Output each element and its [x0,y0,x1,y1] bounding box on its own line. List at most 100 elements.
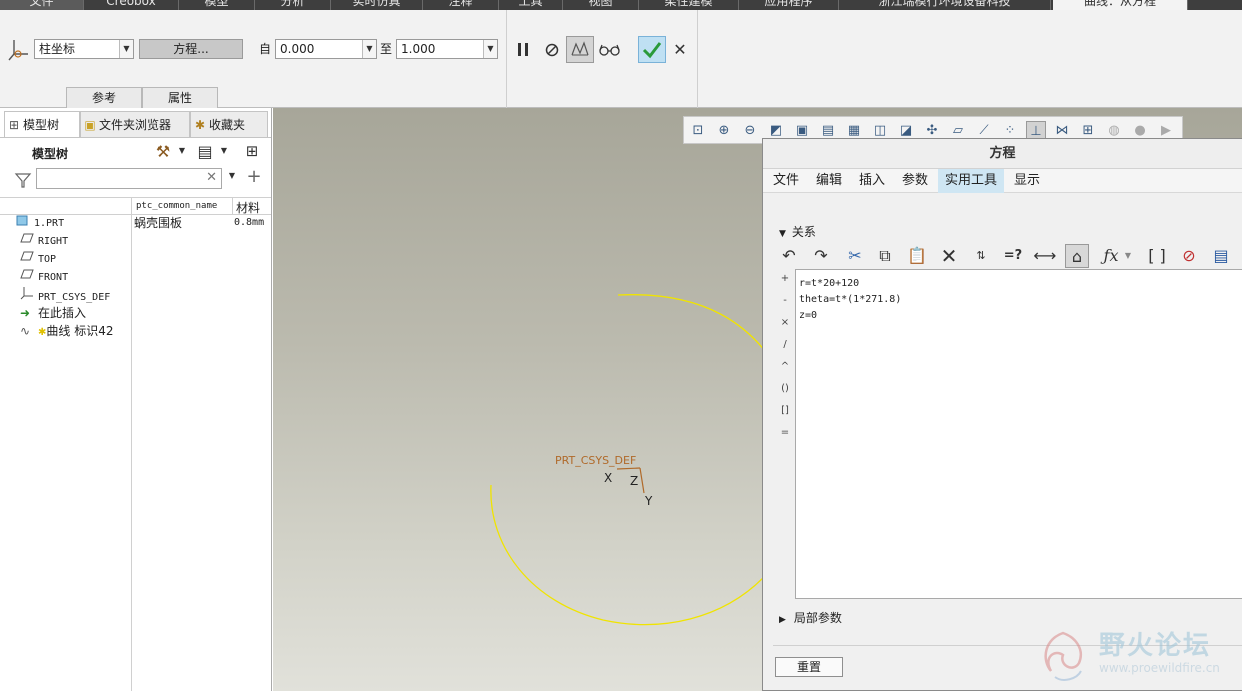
ribbon-tab-bar: 文件 Creobox 模型 分析 实时仿真 注释 工具 视图 柔性建模 应用程序… [0,0,1242,10]
reset-button[interactable]: 重置 [775,657,843,677]
operator-multiply-button[interactable]: × [779,317,791,328]
equation-curve[interactable] [490,294,784,626]
evaluate-icon[interactable]: =? [1001,244,1025,268]
tab-view[interactable]: 视图 [563,0,639,10]
undo-icon[interactable]: ↶ [777,244,801,268]
chevron-down-icon[interactable]: ▼ [1121,244,1135,268]
local-params-section-header[interactable]: ▶ 局部参数 [779,609,842,627]
paste-icon[interactable]: 📋 [905,244,929,268]
execute-icon[interactable]: ▤ [1209,244,1233,268]
glasses-icon[interactable] [598,39,622,61]
pause-icon[interactable] [512,39,534,61]
chevron-down-icon[interactable]: ▼ [176,146,188,160]
relations-editor[interactable]: r=t*20+120 theta=t*(1*271.8) z=0 [795,269,1242,599]
ribbon-divider [697,10,698,108]
tree-settings-icon[interactable]: ⚒ [152,142,174,164]
redo-icon[interactable]: ↷ [809,244,833,268]
ribbon-panel: 柱坐标 ▼ 方程... 自 0.000 ▼ 至 1.000 ▼ ✕ 参考 属性 [0,10,1242,108]
chevron-down-icon[interactable]: ▼ [218,146,230,160]
coord-type-select[interactable]: 柱坐标 ▼ [34,39,134,59]
watermark-url: www.proewildfire.cn [1099,661,1220,675]
operator-equals-button[interactable]: = [779,427,791,438]
tab-divider [0,137,271,138]
show-dimension-icon[interactable]: ⟷ [1033,244,1057,268]
tree-filters-icon[interactable]: ⊞ [240,142,264,164]
confirm-check-icon[interactable] [638,36,666,63]
clear-icon[interactable]: ✕ [206,170,217,185]
tab-live-simulation[interactable]: 实时仿真 [331,0,423,10]
tab-applications[interactable]: 应用程序 [739,0,839,10]
operator-paren-button[interactable]: () [779,383,791,394]
units-sensitivity-icon[interactable]: ⊘ [1177,244,1201,268]
zoom-out-icon[interactable]: ⊖ [740,121,760,141]
operator-power-button[interactable]: ^ [779,361,791,372]
tree-row-curve[interactable]: ∿ ✱曲线 标识42 [20,322,113,340]
subtab-properties[interactable]: 属性 [142,87,218,108]
tree-row-front[interactable]: FRONT [20,268,68,286]
tab-company[interactable]: 浙江瑞模行环境设备科技 [839,0,1051,10]
tab-analysis[interactable]: 分析 [255,0,331,10]
show-columns-icon[interactable]: ▤ [194,142,216,164]
copy-icon[interactable]: ⧉ [873,244,897,268]
sort-relations-icon[interactable]: ⇅ [969,244,993,268]
model-tree-panel: ⊞ 模型树 ▣ 文件夹浏览器 ✱ 收藏夹 模型树 ⚒ ▼ ▤ ▼ ⊞ ✕ ▼ + pt… [0,108,272,691]
tab-tools[interactable]: 工具 [499,0,563,10]
operator-plus-button[interactable]: + [779,273,791,284]
csys-type-icon [8,38,30,62]
insert-function-icon[interactable]: ƒx [1099,244,1123,268]
menu-insert[interactable]: 插入 [852,169,892,193]
to-value-input[interactable]: 1.000 ▼ [396,39,498,59]
column-common-name[interactable]: ptc_common_name [136,201,217,211]
tab-model[interactable]: 模型 [179,0,255,10]
model-tree-icon: ⊞ [8,118,20,132]
tab-annotate[interactable]: 注释 [423,0,499,10]
cancel-x-icon[interactable]: ✕ [670,39,690,61]
tree-row-right[interactable]: RIGHT [20,232,68,250]
tree-row-part[interactable]: 1.PRT [16,214,64,232]
subtab-references[interactable]: 参考 [66,87,142,108]
tab-model-tree[interactable]: ⊞ 模型树 [4,111,80,137]
tree-row-insert-here[interactable]: ➜ 在此插入 [20,304,86,322]
to-label: 至 [380,42,393,56]
tab-creobox[interactable]: Creobox [84,0,179,10]
operator-divide-button[interactable]: / [779,339,791,350]
tree-row-csys[interactable]: PRT_CSYS_DEF [20,286,110,304]
tab-favorites[interactable]: ✱ 收藏夹 [190,111,268,137]
no-preview-icon[interactable] [541,39,563,61]
watermark-title: 野火论坛 [1099,631,1212,661]
operator-minus-button[interactable]: - [779,295,791,306]
part-material: 0.8mm [234,217,265,228]
ribbon-divider [506,10,507,108]
zoom-in-icon[interactable]: ⊕ [714,121,734,141]
tab-curve-from-equation[interactable]: 曲线：从方程 [1053,0,1188,10]
filter-funnel-icon [14,168,32,190]
menu-file[interactable]: 文件 [766,169,806,193]
add-filter-icon[interactable]: + [244,166,264,188]
brackets-icon[interactable]: [ ] [1145,244,1169,268]
relations-section-header[interactable]: ▼ 关系 [779,223,816,241]
refit-icon[interactable]: ⊡ [688,121,708,141]
from-value-input[interactable]: 0.000 ▼ [275,39,377,59]
verify-relations-icon[interactable]: ⌂ [1065,244,1089,268]
tree-search-input[interactable]: ✕ [36,168,222,189]
cut-icon[interactable]: ✂ [843,244,867,268]
preview-geometry-icon[interactable] [566,36,594,63]
axis-x-label: X [604,471,613,485]
tab-flexible-modeling[interactable]: 柔性建模 [639,0,739,10]
collapsed-triangle-icon: ▶ [779,615,786,625]
menu-edit[interactable]: 编辑 [809,169,849,193]
chevron-down-icon[interactable]: ▼ [226,171,238,185]
tree-row-top[interactable]: TOP [20,250,56,268]
equation-button[interactable]: 方程... [139,39,243,59]
from-value: 0.000 [280,42,315,56]
tree-columns-header: ptc_common_name 材料 [0,197,271,215]
axis-z-label: Z [630,474,639,488]
menu-display[interactable]: 显示 [1007,169,1047,193]
delete-icon[interactable]: ✕ [937,244,961,268]
curve-icon: ∿ [20,324,31,338]
tab-file[interactable]: 文件 [0,0,84,10]
tab-folder-browser[interactable]: ▣ 文件夹浏览器 [80,111,190,137]
operator-bracket-button[interactable]: [] [779,405,791,416]
menu-parameters[interactable]: 参数 [895,169,935,193]
menu-utilities[interactable]: 实用工具 [938,169,1005,193]
